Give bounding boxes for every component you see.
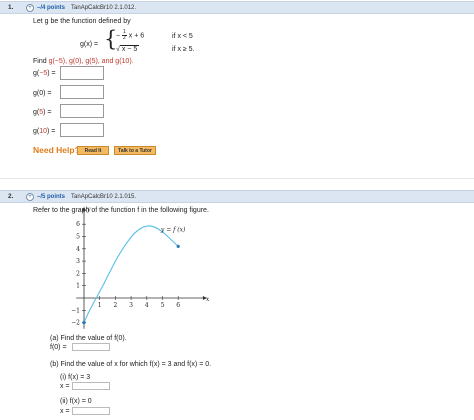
answer-input-g-0[interactable] bbox=[60, 85, 104, 99]
find-instruction: Find g(−5), g(0), g(5), and g(10). bbox=[33, 58, 134, 65]
x-axis-label: x bbox=[206, 296, 210, 303]
answer-input-g-10[interactable] bbox=[60, 123, 104, 137]
field-label-g-neg5: g(−5) = bbox=[33, 70, 56, 77]
y-tick-label: 2 bbox=[76, 270, 80, 277]
minus-sign: − bbox=[116, 32, 121, 40]
source-label: TanApCalcBr10 2.1.012. bbox=[71, 4, 137, 11]
x-label-ii: x = bbox=[60, 408, 70, 415]
y-tick-label: 5 bbox=[76, 234, 80, 241]
y-tick-label: −1 bbox=[71, 307, 80, 314]
y-tick-label: 6 bbox=[76, 221, 80, 228]
piece-2-expression: √ x − 5 bbox=[116, 45, 140, 53]
f0-label: f(0) = bbox=[50, 344, 67, 351]
points-label: –/4 points bbox=[37, 4, 66, 11]
question-separator bbox=[0, 178, 474, 179]
function-curve bbox=[83, 225, 179, 323]
field-label-post: ) = bbox=[43, 109, 52, 116]
expand-plus-icon[interactable]: + bbox=[26, 192, 34, 201]
answer-input-b-ii[interactable] bbox=[72, 407, 110, 415]
x-axis-arrow bbox=[202, 296, 207, 300]
y-tick-label: 1 bbox=[76, 283, 80, 290]
answer-input-b-i[interactable] bbox=[72, 382, 110, 390]
question-1-header: 1. + –/4 points TanApCalcBr10 2.1.012. bbox=[0, 1, 474, 14]
part-b-ii-label: (ii) f(x) = 0 bbox=[60, 398, 92, 405]
question-2-header: 2. + –/5 points TanApCalcBr10 2.1.015. bbox=[0, 190, 474, 203]
part-b-question: (b) Find the value of x for which f(x) =… bbox=[50, 361, 212, 368]
piece-1-expression: − 12 x + 6 bbox=[116, 30, 144, 41]
source-label: TanApCalcBr10 2.1.015. bbox=[71, 193, 137, 200]
talk-to-tutor-button[interactable]: Talk to a Tutor bbox=[114, 146, 156, 155]
answer-input-g-neg5[interactable] bbox=[60, 66, 104, 80]
field-label-post: ) = bbox=[47, 128, 56, 135]
curve-label: y = f (x) bbox=[160, 227, 186, 234]
piece-1-term: x + 6 bbox=[128, 32, 145, 40]
piece-2-condition: if x ≥ 5. bbox=[172, 46, 195, 53]
part-a-question: (a) Find the value of f(0). bbox=[50, 335, 127, 342]
find-prefix: Find bbox=[33, 58, 47, 65]
field-label-g-0: g(0) = bbox=[33, 90, 51, 97]
curve-endpoint bbox=[82, 321, 86, 325]
y-tick-label: 4 bbox=[76, 246, 80, 253]
radicand: x − 5 bbox=[119, 45, 140, 53]
field-label-pre: g(0) = bbox=[33, 90, 52, 97]
x-tick-label: 3 bbox=[129, 302, 133, 309]
field-label-post: ) = bbox=[47, 70, 56, 77]
expand-plus-icon[interactable]: + bbox=[26, 3, 34, 12]
fraction: 12 bbox=[122, 30, 127, 41]
find-values: g(−5), g(0), g(5), and g(10). bbox=[48, 58, 134, 65]
points-label: –/5 points bbox=[37, 193, 66, 200]
x-tick-label: 4 bbox=[145, 302, 149, 309]
read-it-button[interactable]: Read It bbox=[77, 146, 109, 155]
x-tick-label: 6 bbox=[176, 302, 180, 309]
question-intro: Let g be the function defined by bbox=[33, 18, 131, 25]
piece-1-condition: if x < 5 bbox=[172, 33, 193, 40]
answer-input-g-5[interactable] bbox=[60, 104, 104, 118]
need-help-label: Need Help? bbox=[33, 145, 80, 155]
field-label-arg: 10 bbox=[39, 128, 48, 135]
part-b-i-label: (i) f(x) = 3 bbox=[60, 374, 91, 381]
question-number: 1. bbox=[8, 4, 14, 11]
curve-endpoint bbox=[176, 244, 180, 248]
x-label-i: x = bbox=[60, 383, 70, 390]
field-label-g-10: g(10) = bbox=[33, 128, 55, 135]
fraction-denominator: 2 bbox=[123, 35, 126, 41]
x-tick-label: 2 bbox=[113, 302, 117, 309]
gx-label: g(x) = bbox=[80, 41, 99, 48]
field-label-g-5: g(5) = bbox=[33, 109, 52, 116]
x-tick-label: 1 bbox=[98, 302, 102, 309]
y-tick-label: −2 bbox=[71, 320, 80, 327]
answer-input-f0[interactable] bbox=[72, 343, 110, 351]
x-tick-label: 5 bbox=[161, 302, 165, 309]
question-intro: Refer to the graph of the function f in … bbox=[33, 207, 209, 214]
y-tick-label: 3 bbox=[76, 258, 80, 265]
question-number: 2. bbox=[8, 193, 14, 200]
